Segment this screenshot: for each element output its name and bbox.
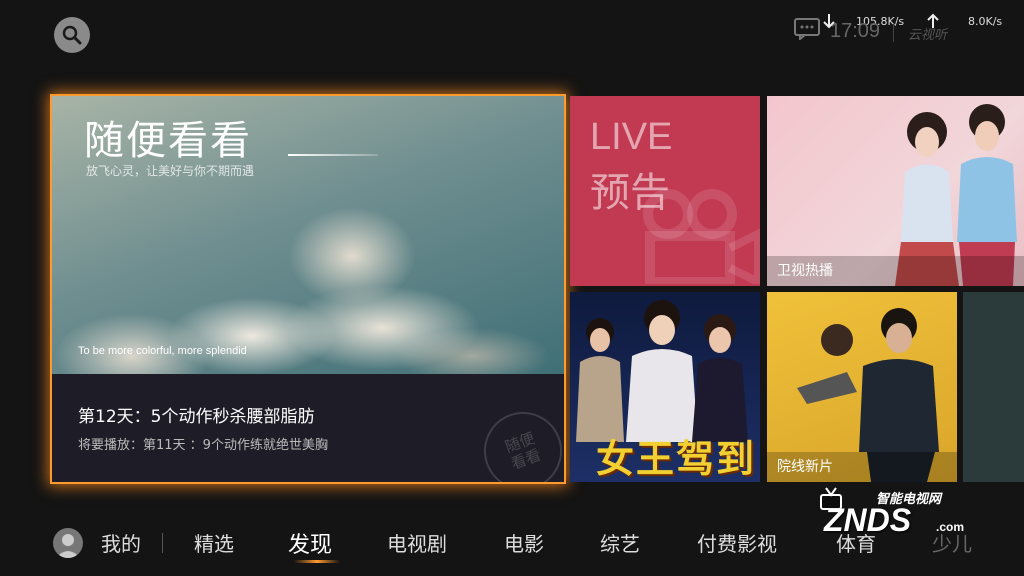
upload-speed-value: 8.0K/s [968,14,1003,28]
nav-item-tv-series[interactable]: 电视剧 [387,528,447,557]
nav-item-movies[interactable]: 电影 [504,528,544,557]
nav-active-indicator [294,560,340,563]
message-icon[interactable] [794,18,822,42]
user-icon [56,534,80,558]
queen-arrives-title: 女王驾到 [596,437,757,481]
watermark-suffix: .com [936,520,965,534]
search-icon [62,25,82,45]
live-preview-tile[interactable]: LIVE 预告 [570,96,760,286]
status-divider [893,24,894,42]
znds-watermark: 智能电视网 ZNDS .com [818,478,988,544]
featured-card[interactable]: 随便看看 放飞心灵，让美好与你不期而遇 To be more colorful,… [52,96,564,482]
nav-item-paid[interactable]: 付费影视 [697,528,777,557]
next-program-info: 将要播放：第11天 ：9个动作练就绝世美胸 [78,438,328,453]
satellite-tv-label: 卫视热播 [767,256,1024,286]
brand-logo: 云视听 [908,28,948,43]
featured-title: 随便看看 [84,118,252,164]
partial-tile[interactable] [963,292,1024,482]
live-label: LIVE [590,116,673,158]
search-button[interactable] [54,17,90,53]
nav-item-discover[interactable]: 发现 [288,527,332,559]
theatrical-release-tile[interactable]: 院线新片 [767,292,957,482]
preview-label: 预告 [590,170,670,216]
nav-divider [162,533,163,553]
featured-english-tagline: To be more colorful, more splendid [78,345,247,357]
avatar[interactable] [53,528,83,558]
featured-title-line [288,154,378,156]
queen-arrives-tile[interactable]: 女王驾到 [570,292,760,482]
featured-info-panel: 第12天：5个动作秒杀腰部脂肪 将要播放：第11天 ：9个动作练就绝世美胸 随便… [52,374,564,482]
nav-item-variety[interactable]: 综艺 [600,528,640,557]
clock: 17:09 [830,20,881,42]
current-program-title: 第12天：5个动作秒杀腰部脂肪 [78,407,315,427]
nav-item-me[interactable]: 我的 [101,528,141,557]
stamp-logo: 随便看看 [473,401,564,482]
watermark-main-text: ZNDS [824,502,912,538]
nav-item-featured[interactable]: 精选 [194,528,234,557]
featured-subtitle: 放飞心灵，让美好与你不期而遇 [86,164,255,178]
satellite-tv-tile[interactable]: 卫视热播 [767,96,1024,286]
